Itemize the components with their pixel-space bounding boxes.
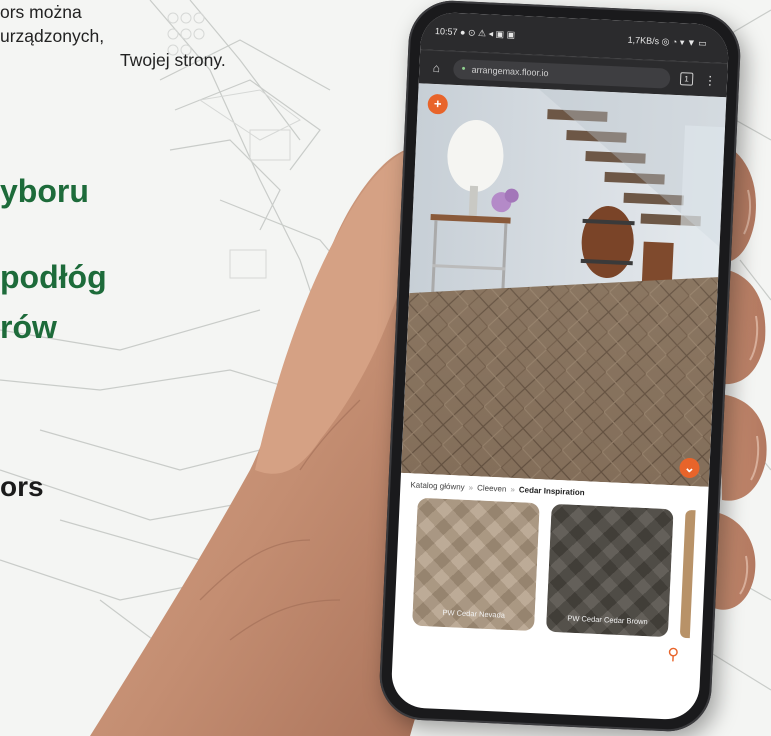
status-left: 10:57 ● ⊙ ⚠ ◂ ▣ ▣ — [434, 25, 516, 40]
home-icon[interactable]: ⌂ — [429, 60, 444, 75]
search-icon[interactable]: ⚲ — [667, 644, 680, 665]
address-field[interactable]: ● arrangemax.floor.io — [452, 58, 671, 89]
breadcrumb-item-brand[interactable]: Cleeven — [477, 483, 507, 493]
product-tile-1[interactable]: PW Cedar Nevada — [412, 497, 540, 632]
product-tile-3-partial[interactable] — [679, 509, 696, 639]
phone-screen: 10:57 ● ⊙ ⚠ ◂ ▣ ▣ 1,7KB/s ◎ ◔ ▾ ▼ ▭ ⌂ ● … — [390, 11, 730, 721]
breadcrumb-separator: » — [510, 484, 516, 494]
tabs-icon[interactable]: 1 — [679, 72, 694, 86]
room-visualization[interactable]: + ⌄ — [400, 83, 727, 487]
product-tiles: PW Cedar Nevada PW Cedar Cedar Brown — [394, 495, 708, 639]
menu-icon[interactable]: ⋮ — [703, 73, 718, 88]
product-tile-2[interactable]: PW Cedar Cedar Brown — [545, 503, 674, 638]
url-text: arrangemax.floor.io — [471, 64, 549, 78]
breadcrumb-item-collection[interactable]: Cedar Inspiration — [519, 485, 585, 497]
smartphone: 10:57 ● ⊙ ⚠ ◂ ▣ ▣ 1,7KB/s ◎ ◔ ▾ ▼ ▭ ⌂ ● … — [377, 0, 743, 734]
breadcrumb-separator: » — [468, 482, 474, 492]
status-right: 1,7KB/s ◎ ◔ ▾ ▼ ▭ — [627, 34, 708, 48]
breadcrumb-item-catalog[interactable]: Katalog główny — [410, 480, 465, 491]
lock-icon: ● — [461, 65, 466, 73]
